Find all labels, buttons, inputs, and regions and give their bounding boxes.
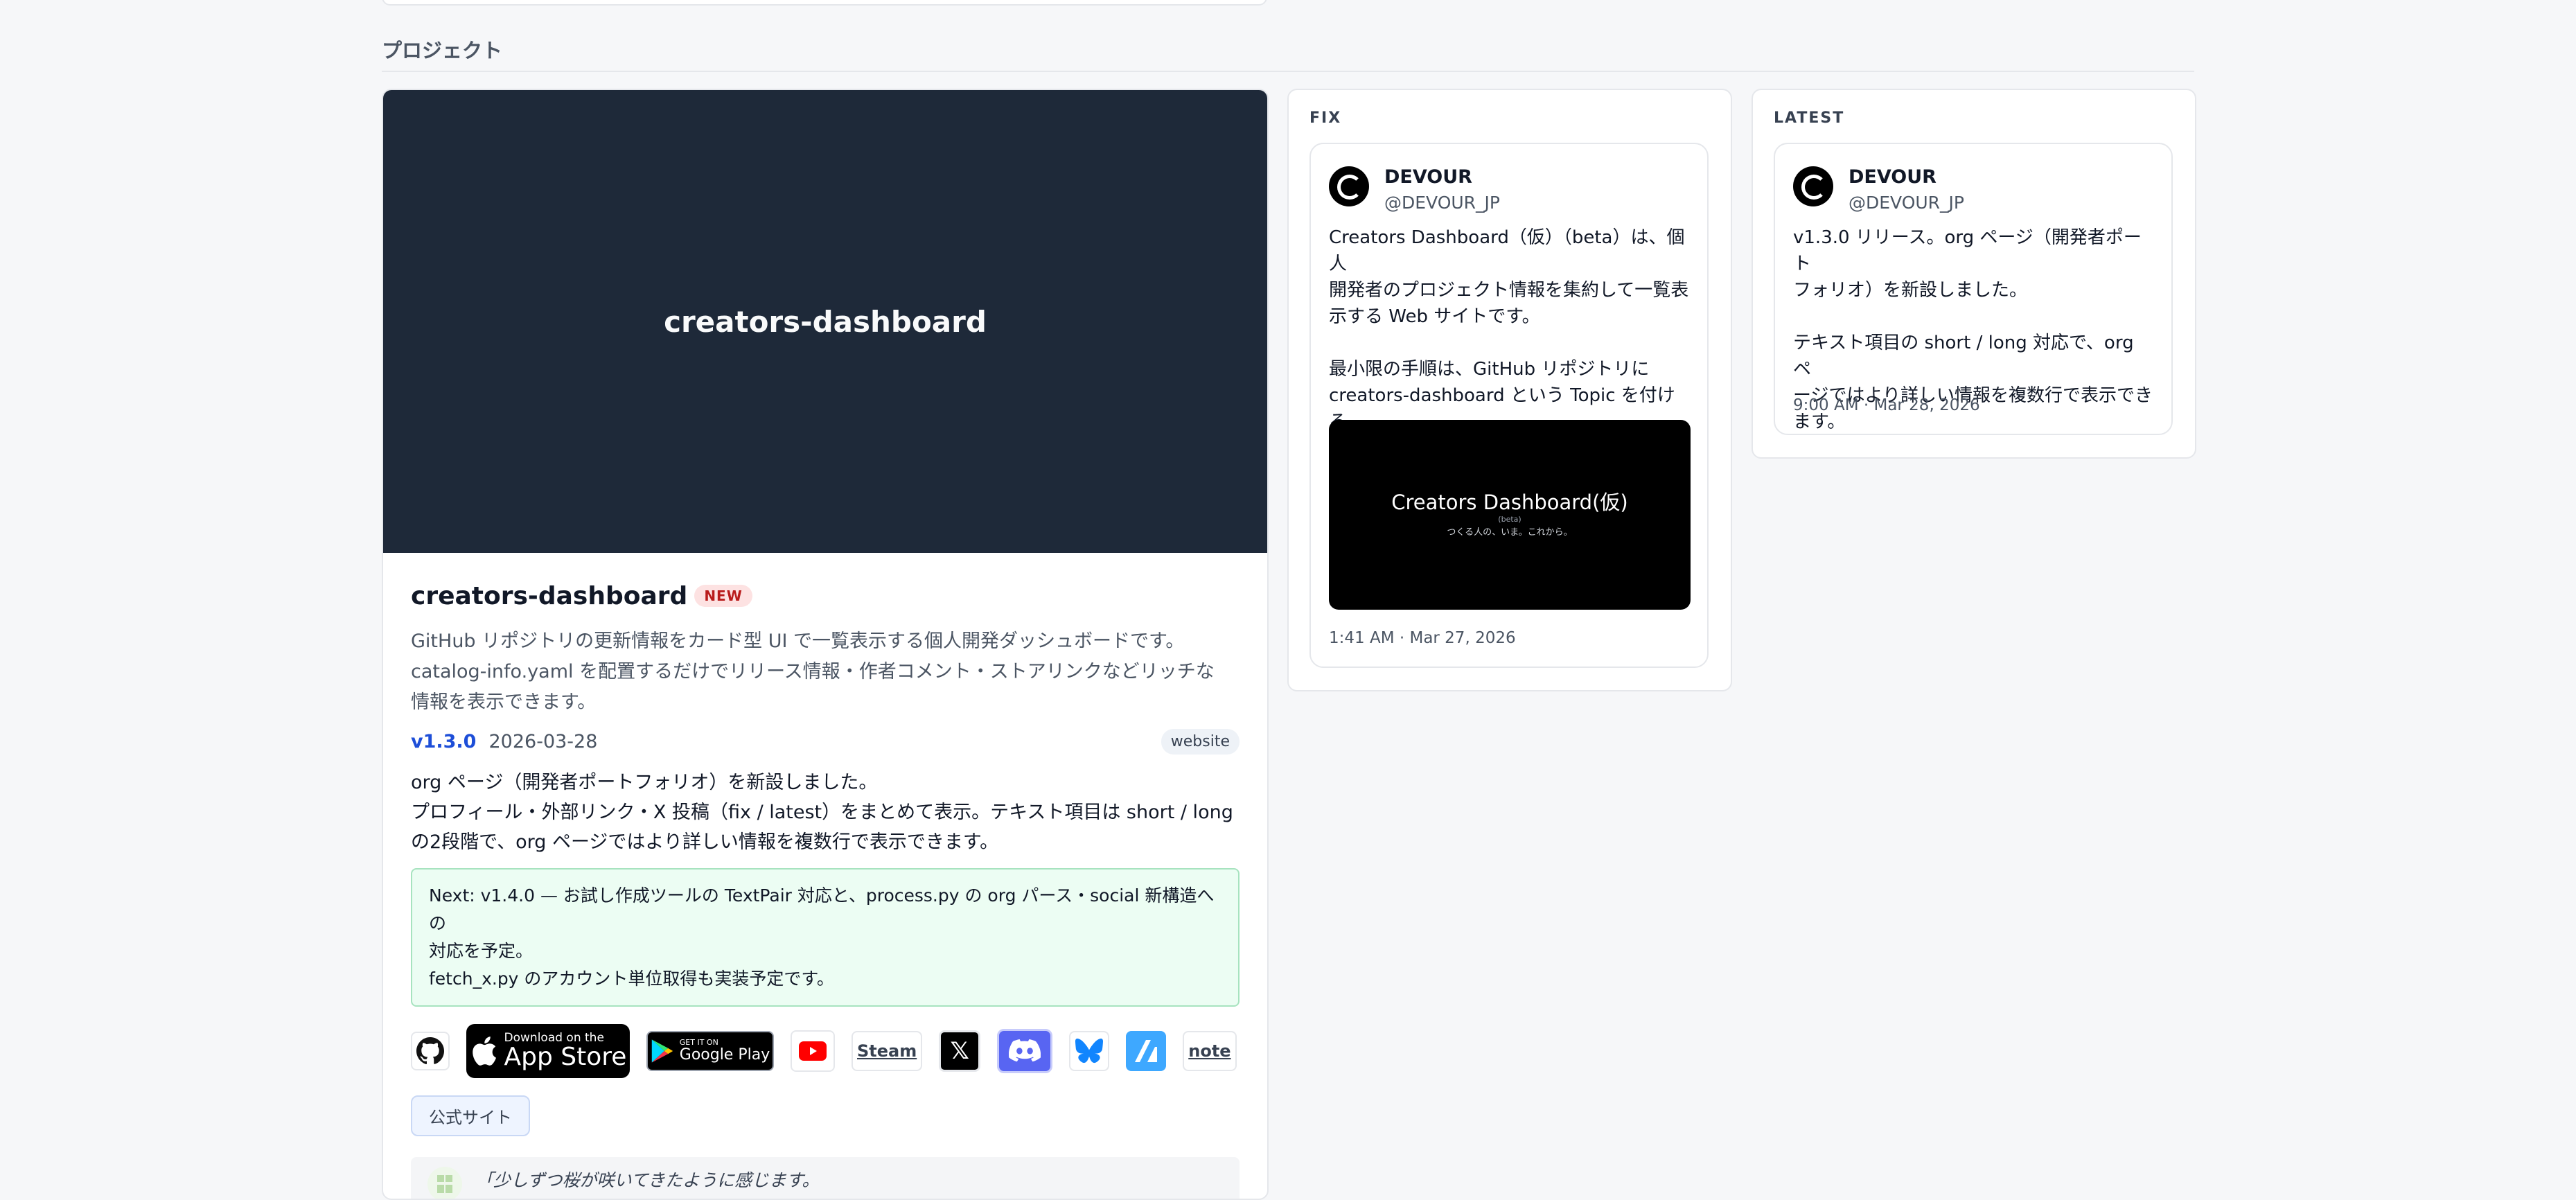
category-tag: website xyxy=(1161,728,1240,755)
latest-label: LATEST xyxy=(1774,109,1845,127)
google-play-icon xyxy=(651,1039,673,1063)
tweet-author-name[interactable]: DEVOUR xyxy=(1384,165,1500,190)
project-name[interactable]: creators-dashboard xyxy=(411,582,687,610)
fix-column: FIX DEVOUR @DEVOUR_JP Creators Dashboard… xyxy=(1287,89,1732,691)
tweet-image-title: Creators Dashboard(仮) xyxy=(1391,491,1628,514)
tweet-timestamp[interactable]: 9:00 AM · Mar 28, 2026 xyxy=(1793,396,1980,414)
appstore-big-text: App Store xyxy=(504,1043,627,1071)
bluesky-icon[interactable] xyxy=(1069,1031,1110,1071)
project-card[interactable]: creators-dashboard creators-dashboard NE… xyxy=(382,89,1269,1200)
google-play-badge[interactable]: GET IT ON Google Play xyxy=(646,1031,774,1071)
fix-label: FIX xyxy=(1309,109,1342,127)
project-card-body: creators-dashboard NEW GitHub リポジトリの更新情報… xyxy=(411,575,1240,1199)
project-description: GitHub リポジトリの更新情報をカード型 UI で一覧表示する個人開発ダッシ… xyxy=(411,630,1215,713)
project-name-row: creators-dashboard NEW xyxy=(411,575,1240,617)
tweet-image-beta: (beta) xyxy=(1498,515,1521,524)
tweet-author-handle[interactable]: @DEVOUR_JP xyxy=(1849,190,1964,216)
author-comment: 「少しずつ桜が咲いてきたように感じます。 開発の合間に近所を散歩するのが最近の楽… xyxy=(411,1157,1240,1199)
latest-tweet[interactable]: DEVOUR @DEVOUR_JP v1.3.0 リリース。org ページ（開発… xyxy=(1774,143,2173,435)
official-site-button[interactable]: 公式サイト xyxy=(411,1095,530,1136)
section-title: プロジェクト xyxy=(382,39,503,62)
new-badge: NEW xyxy=(694,585,752,607)
note-link[interactable]: note xyxy=(1183,1031,1237,1071)
devour-avatar[interactable] xyxy=(1793,166,1833,206)
section-divider xyxy=(382,71,2194,72)
version-link[interactable]: v1.3.0 xyxy=(411,731,476,752)
tweet-header: DEVOUR @DEVOUR_JP xyxy=(1793,165,1964,216)
x-icon[interactable]: 𝕏 xyxy=(939,1030,981,1072)
googleplay-big-text: Google Play xyxy=(679,1046,770,1064)
external-links: Download on the App Store GET IT ON Goog… xyxy=(411,1023,1240,1079)
project-hero[interactable]: creators-dashboard xyxy=(383,90,1267,553)
hero-title: creators-dashboard xyxy=(664,304,987,339)
tweet-author-name[interactable]: DEVOUR xyxy=(1849,165,1964,190)
release-notes: org ページ（開発者ポートフォリオ）を新設しました。 プロフィール・外部リンク… xyxy=(411,772,1233,853)
app-store-badge[interactable]: Download on the App Store xyxy=(466,1024,630,1078)
youtube-icon[interactable] xyxy=(791,1030,835,1072)
latest-column: LATEST DEVOUR @DEVOUR_JP v1.3.0 リリース。org… xyxy=(1752,89,2196,459)
github-icon[interactable] xyxy=(411,1032,450,1070)
zenn-icon[interactable] xyxy=(1126,1031,1167,1071)
tweet-author-handle[interactable]: @DEVOUR_JP xyxy=(1384,190,1500,216)
tweet-image-subtitle: つくる人の、いま。これから。 xyxy=(1447,527,1573,538)
author-avatar xyxy=(427,1167,462,1199)
comment-text: 「少しずつ桜が咲いてきたように感じます。 開発の合間に近所を散歩するのが最近の楽… xyxy=(476,1170,899,1199)
apple-icon xyxy=(472,1036,496,1066)
fix-tweet[interactable]: DEVOUR @DEVOUR_JP Creators Dashboard（仮）（… xyxy=(1309,143,1709,668)
version-row: v1.3.0 2026-03-28 website xyxy=(411,727,1240,755)
discord-icon[interactable] xyxy=(997,1029,1053,1073)
release-date: 2026-03-28 xyxy=(488,730,598,752)
next-notice: Next: v1.4.0 — お試し作成ツールの TextPair 対応と、pr… xyxy=(411,868,1240,1007)
tweet-timestamp[interactable]: 1:41 AM · Mar 27, 2026 xyxy=(1329,629,1516,647)
steam-link[interactable]: Steam xyxy=(852,1031,923,1071)
tweet-header: DEVOUR @DEVOUR_JP xyxy=(1329,165,1500,216)
search-box-remnant xyxy=(382,0,1267,6)
devour-avatar[interactable] xyxy=(1329,166,1369,206)
tweet-image[interactable]: Creators Dashboard(仮) (beta) つくる人の、いま。これ… xyxy=(1329,420,1691,610)
